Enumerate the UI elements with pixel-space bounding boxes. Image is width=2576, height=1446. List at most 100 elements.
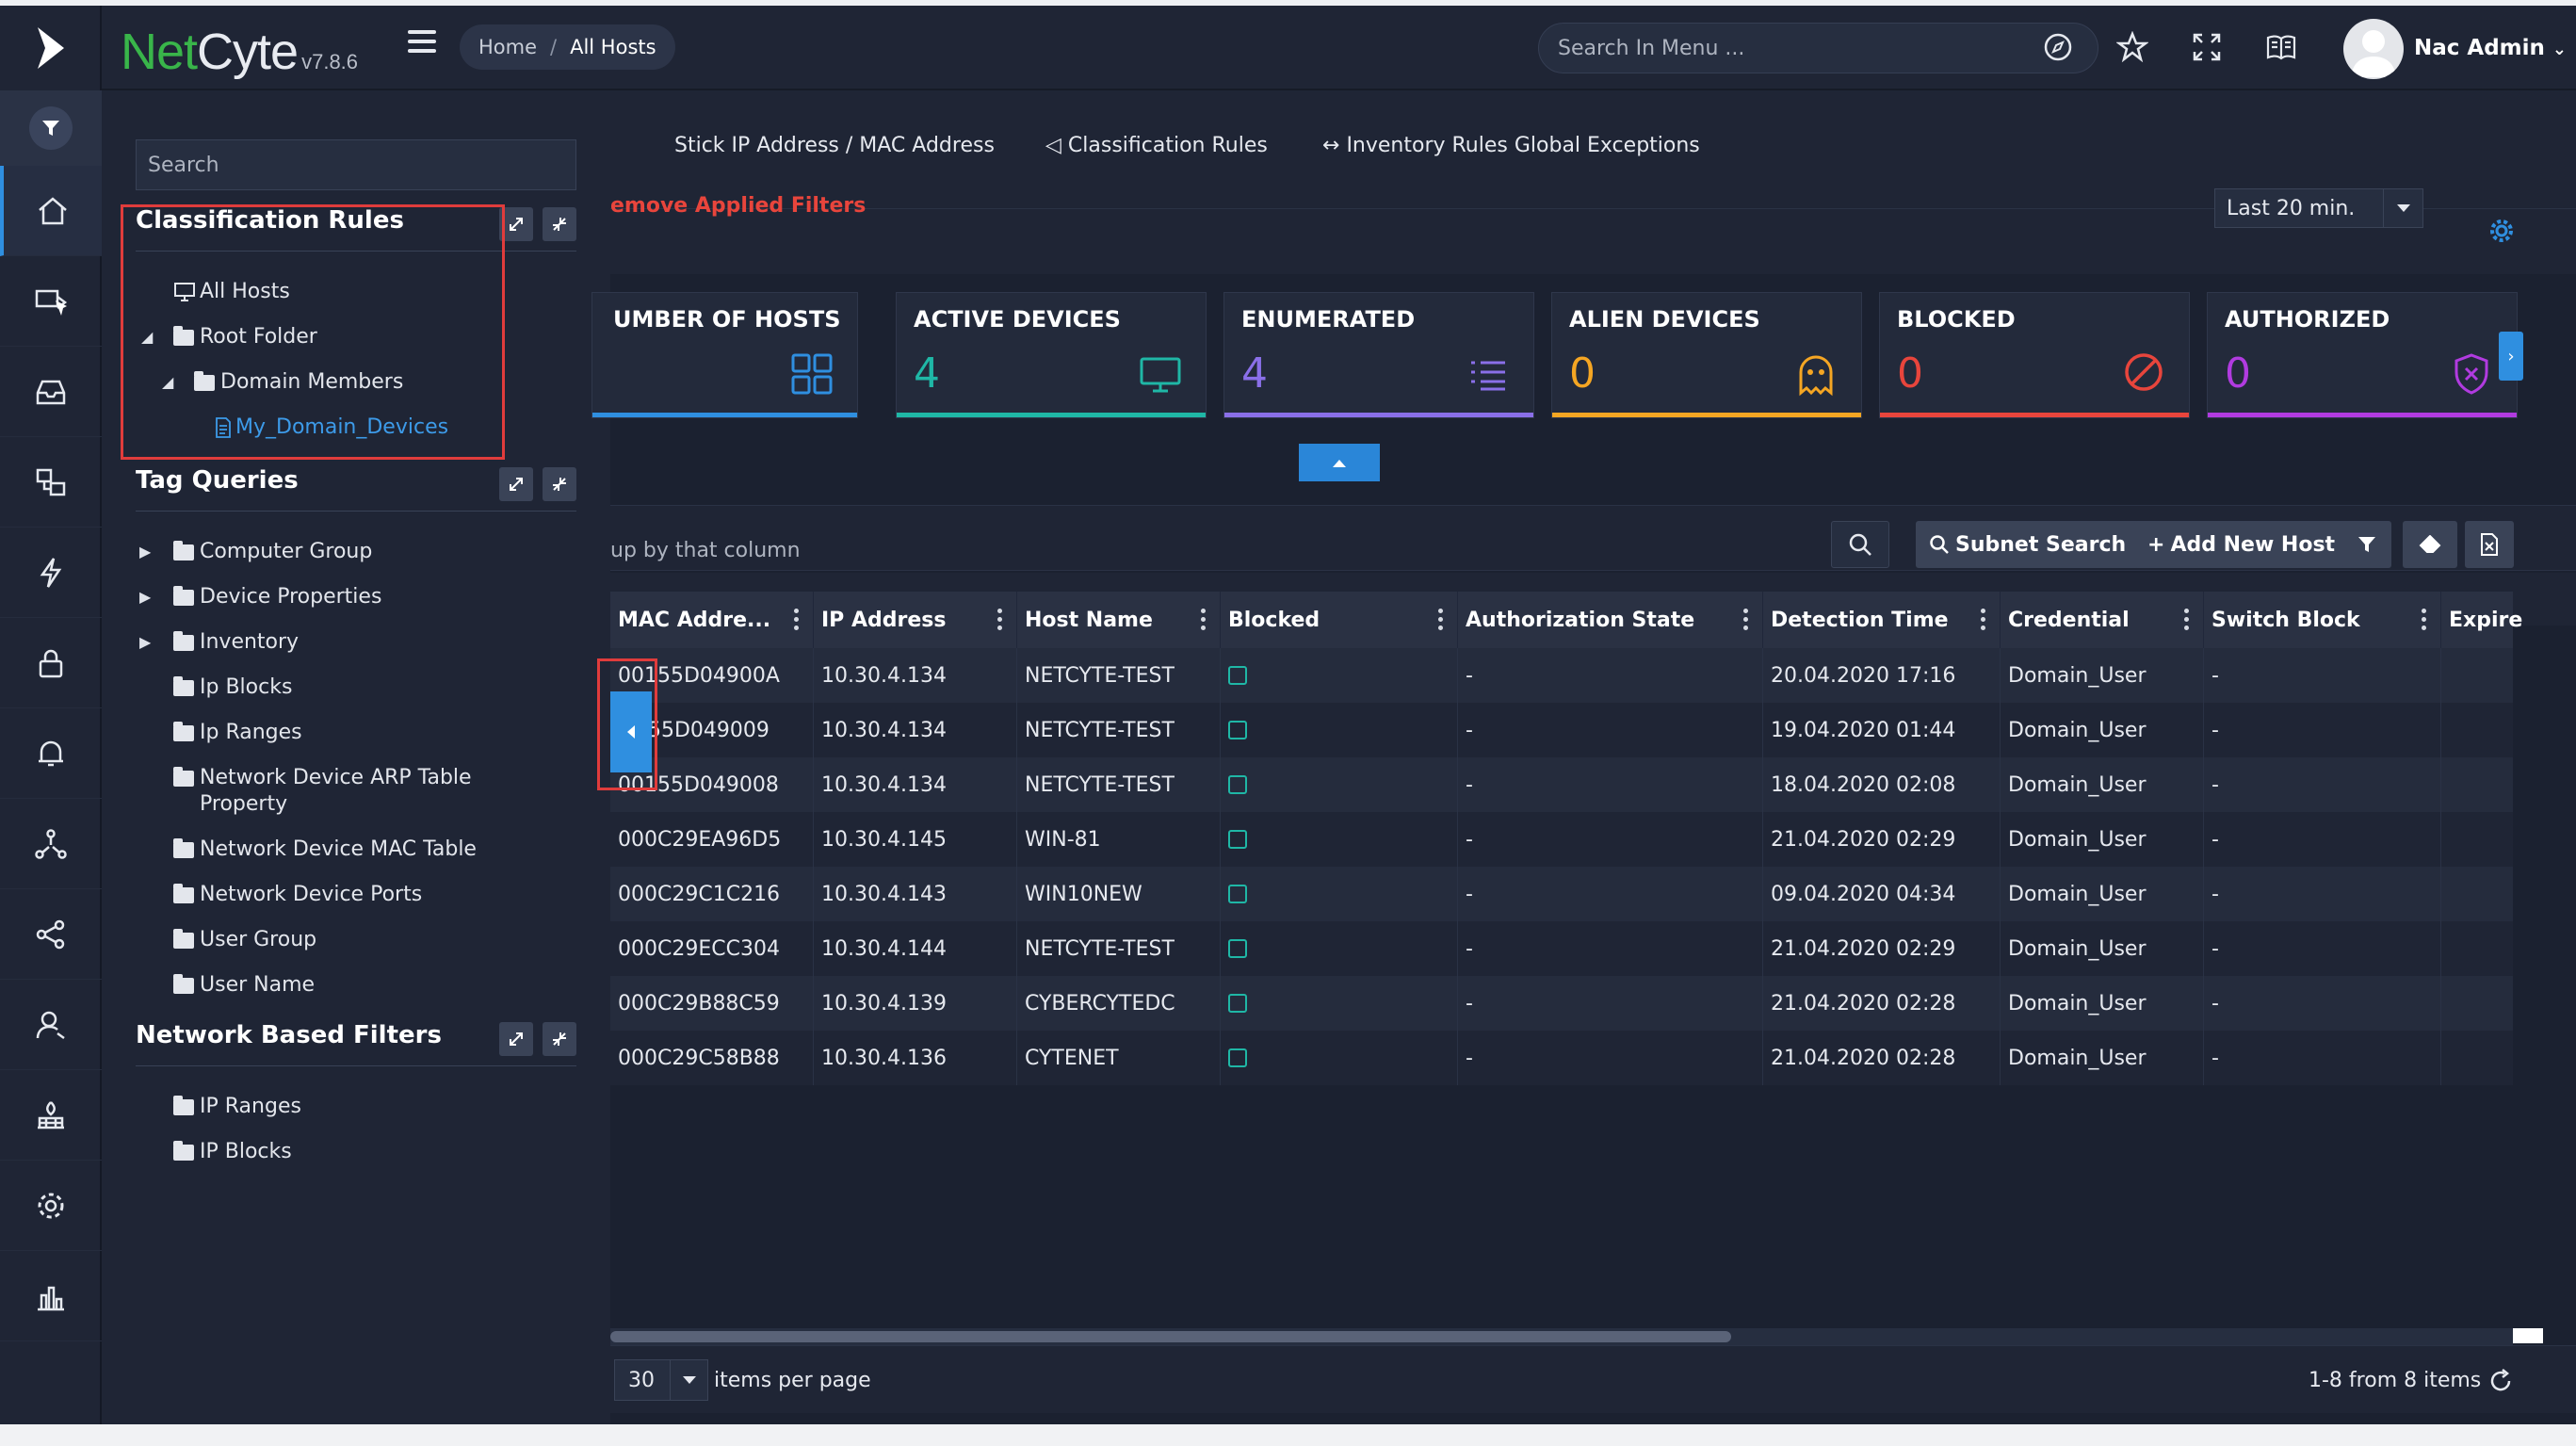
refresh-icon[interactable] — [2487, 1367, 2515, 1395]
tree-node-user-group[interactable]: User Group — [173, 927, 316, 953]
time-range-select[interactable]: Last 20 min. — [2214, 188, 2423, 228]
collapse-icon[interactable] — [543, 207, 576, 241]
expand-icon[interactable] — [499, 1022, 533, 1056]
rail-alerts[interactable] — [0, 708, 102, 799]
tree-node-arp-table[interactable]: Network Device ARP Table Property — [173, 765, 484, 818]
page-size-select[interactable]: 30 — [614, 1359, 708, 1401]
rail-reports[interactable] — [0, 1251, 102, 1341]
brand-logo[interactable]: NetCyte v7.8.6 — [121, 23, 358, 81]
grid-search-button[interactable] — [1831, 521, 1889, 568]
table-row[interactable]: 55D049009 10.30.4.134 NETCYTE-TEST - 19.… — [610, 703, 2513, 757]
column-menu-icon[interactable] — [1981, 609, 1986, 634]
table-row[interactable]: 000C29B88C59 10.30.4.139 CYBERCYTEDC - 2… — [610, 976, 2513, 1031]
tree-node-net-ip-ranges[interactable]: IP Ranges — [173, 1094, 301, 1120]
col-switch-block[interactable]: Switch Block — [2204, 592, 2441, 648]
rail-share[interactable] — [0, 889, 102, 980]
collapse-icon[interactable] — [543, 1022, 576, 1056]
tree-node-inventory[interactable]: ▶ Inventory — [139, 629, 299, 656]
rail-filter-button[interactable] — [0, 90, 102, 166]
filter-button[interactable] — [2342, 521, 2391, 568]
rail-topology[interactable] — [0, 799, 102, 889]
tab-classification-rules[interactable]: ◁ Classification Rules — [1045, 134, 1268, 157]
tab-stick-ip-mac[interactable]: Stick IP Address / MAC Address — [674, 134, 995, 157]
table-row[interactable]: 00155D04900A 10.30.4.134 NETCYTE-TEST - … — [610, 648, 2513, 703]
card-alien-devices[interactable]: ALIEN DEVICES 0 — [1551, 292, 1862, 418]
remove-filters-link[interactable]: emove Applied Filters — [610, 194, 866, 218]
rail-users[interactable] — [0, 980, 102, 1070]
rail-logo-icon[interactable] — [0, 6, 102, 90]
table-row[interactable]: 000C29EA96D5 10.30.4.145 WIN-81 - 21.04.… — [610, 812, 2513, 867]
rail-events[interactable] — [0, 528, 102, 618]
rail-inbox[interactable] — [0, 347, 102, 437]
subnet-search-button[interactable]: Subnet Search — [1916, 521, 2140, 568]
blocked-checkbox[interactable] — [1228, 885, 1247, 903]
rail-security[interactable] — [0, 618, 102, 708]
fullscreen-icon[interactable] — [2186, 26, 2228, 68]
table-row[interactable]: 00155D049008 10.30.4.134 NETCYTE-TEST - … — [610, 757, 2513, 812]
table-row[interactable]: 000C29C58B88 10.30.4.136 CYTENET - 21.04… — [610, 1031, 2513, 1085]
hamburger-menu-icon[interactable] — [408, 30, 436, 55]
star-icon[interactable] — [2112, 26, 2153, 68]
collapse-cards-button[interactable] — [1299, 444, 1380, 481]
col-blocked[interactable]: Blocked — [1221, 592, 1458, 648]
col-mac[interactable]: MAC Addre... — [610, 592, 814, 648]
add-new-host-button[interactable]: + Add New Host — [2134, 521, 2349, 568]
cards-next-button[interactable]: › — [2499, 332, 2523, 381]
tab-inventory-exceptions[interactable]: ↔ Inventory Rules Global Exceptions — [1322, 134, 1700, 157]
tree-node-computer-group[interactable]: ▶ Computer Group — [139, 539, 372, 565]
compass-icon[interactable] — [2037, 26, 2079, 68]
tree-node-user-name[interactable]: User Name — [173, 972, 315, 999]
column-menu-icon[interactable] — [997, 609, 1003, 634]
caret-right-icon[interactable]: ▶ — [139, 629, 151, 656]
blocked-checkbox[interactable] — [1228, 721, 1247, 739]
rail-devices[interactable] — [0, 437, 102, 528]
caret-right-icon[interactable]: ▶ — [139, 584, 151, 610]
card-number-of-hosts[interactable]: UMBER OF HOSTS — [591, 292, 858, 418]
col-ip[interactable]: IP Address — [814, 592, 1017, 648]
card-enumerated[interactable]: ENUMERATED 4 — [1223, 292, 1534, 418]
col-credential[interactable]: Credential — [2001, 592, 2204, 648]
col-detection-time[interactable]: Detection Time — [1763, 592, 2001, 648]
caret-right-icon[interactable]: ▶ — [139, 539, 151, 565]
col-host-name[interactable]: Host Name — [1017, 592, 1221, 648]
card-active-devices[interactable]: ACTIVE DEVICES 4 — [896, 292, 1207, 418]
scrollbar-thumb[interactable] — [610, 1331, 1731, 1342]
collapse-icon[interactable] — [543, 467, 576, 501]
user-menu[interactable]: Nac Admin ⌄ — [2414, 36, 2567, 60]
blocked-checkbox[interactable] — [1228, 666, 1247, 685]
tree-search-input[interactable]: Search — [136, 139, 576, 190]
tree-node-net-ip-blocks[interactable]: IP Blocks — [173, 1139, 292, 1165]
column-menu-icon[interactable] — [794, 609, 800, 634]
menu-search-input[interactable]: Search In Menu ... — [1538, 23, 2098, 73]
blocked-checkbox[interactable] — [1228, 939, 1247, 958]
rail-firewall[interactable] — [0, 1070, 102, 1161]
column-menu-icon[interactable] — [1438, 609, 1444, 634]
col-expire[interactable]: Expire — [2441, 592, 2554, 648]
blocked-checkbox[interactable] — [1228, 994, 1247, 1013]
blocked-checkbox[interactable] — [1228, 775, 1247, 794]
column-menu-icon[interactable] — [2422, 609, 2427, 634]
export-excel-button[interactable] — [2465, 521, 2514, 568]
table-row[interactable]: 000C29C1C216 10.30.4.143 WIN10NEW - 09.0… — [610, 867, 2513, 921]
column-menu-icon[interactable] — [2184, 609, 2190, 634]
avatar[interactable] — [2343, 19, 2404, 79]
book-icon[interactable] — [2260, 26, 2302, 68]
tree-node-mac-table[interactable]: Network Device MAC Table — [173, 837, 477, 863]
horizontal-scrollbar[interactable] — [610, 1328, 2513, 1345]
clear-filter-button[interactable] — [2403, 521, 2457, 568]
settings-gear-icon[interactable] — [2487, 217, 2516, 245]
rail-hosts[interactable] — [0, 256, 102, 347]
expand-icon[interactable] — [499, 467, 533, 501]
tree-node-device-ports[interactable]: Network Device Ports — [173, 882, 422, 908]
tree-node-ip-blocks[interactable]: Ip Blocks — [173, 674, 292, 701]
card-authorized[interactable]: AUTHORIZED 0 — [2207, 292, 2518, 418]
blocked-checkbox[interactable] — [1228, 830, 1247, 849]
col-authorization-state[interactable]: Authorization State — [1458, 592, 1763, 648]
table-row[interactable]: 000C29ECC304 10.30.4.144 NETCYTE-TEST - … — [610, 921, 2513, 976]
tree-node-ip-ranges[interactable]: Ip Ranges — [173, 720, 302, 746]
column-menu-icon[interactable] — [1201, 609, 1207, 634]
rail-settings[interactable] — [0, 1161, 102, 1251]
rail-home[interactable] — [0, 166, 102, 256]
column-menu-icon[interactable] — [1743, 609, 1749, 634]
breadcrumb-home[interactable]: Home — [478, 36, 537, 58]
